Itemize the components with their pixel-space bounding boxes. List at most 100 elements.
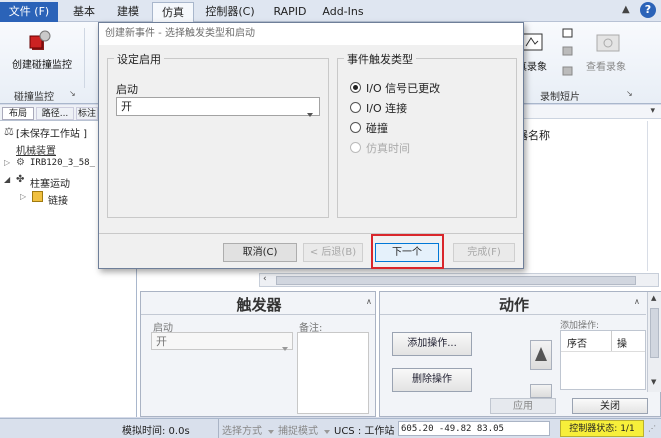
radio-collision[interactable]: 碰撞 xyxy=(350,121,388,137)
collapse-ribbon-icon[interactable]: ▲ xyxy=(622,4,634,16)
action-title: 动作 xyxy=(498,296,529,314)
coordinates-readout: 605.20 -49.82 83.05 xyxy=(398,421,550,436)
dialog-start-label: 启动 xyxy=(116,83,138,96)
chevron-down-icon xyxy=(282,339,288,356)
radio-sim-time: 仿真时间 xyxy=(350,141,410,157)
collision-monitor-icon[interactable] xyxy=(26,30,52,54)
view-record-icon[interactable] xyxy=(596,34,622,54)
scroll-thumb[interactable] xyxy=(650,308,659,358)
snap-mode-dropdown-icon[interactable] xyxy=(324,426,330,437)
scroll-thumb[interactable] xyxy=(276,276,636,285)
trigger-start-value: 开 xyxy=(156,335,167,348)
radio-sim-time-label: 仿真时间 xyxy=(366,142,410,155)
ucs-status[interactable]: UCS : 工作站 xyxy=(334,422,394,437)
dialog-title: 创建新事件 - 选择触发类型和启动 xyxy=(99,23,523,45)
apply-button[interactable]: 应用 xyxy=(490,398,556,414)
mechanism-icon: ✤ xyxy=(16,174,25,185)
chevron-down-icon xyxy=(307,105,313,122)
tab-modeling[interactable]: 建模 xyxy=(110,2,146,22)
trigger-group-title: 事件触发类型 xyxy=(344,51,416,67)
select-mode-dropdown-icon[interactable] xyxy=(268,426,274,437)
radio-icon xyxy=(350,102,361,113)
cancel-button[interactable]: 取消(C) xyxy=(223,243,297,262)
dialog-launcher-icon-2[interactable]: ↘ xyxy=(626,89,633,98)
robot-icon: ⚙ xyxy=(16,157,25,168)
help-icon[interactable]: ? xyxy=(640,2,656,18)
record-group-label: 录制短片 xyxy=(540,92,580,103)
tree-mechanism[interactable]: 机械装置 xyxy=(16,142,56,157)
expand-icon-2[interactable]: ▷ xyxy=(20,192,26,201)
radio-io-connection[interactable]: I/O 连接 xyxy=(350,101,407,117)
grid-divider xyxy=(647,121,648,271)
collapse-trigger-icon[interactable]: ∧ xyxy=(366,297,372,306)
back-button[interactable]: < 后退(B) xyxy=(303,243,363,262)
status-bar: 模拟时间: 0.0s 选择方式 捕捉模式 UCS : 工作站 605.20 -4… xyxy=(0,418,661,438)
tab-layout[interactable]: 布局 xyxy=(2,107,34,120)
radio-io-connection-label: I/O 连接 xyxy=(366,102,408,115)
view-record-label[interactable]: 查看录象 xyxy=(586,58,626,73)
radio-selected-icon xyxy=(350,82,361,93)
expand-icon[interactable]: ▷ xyxy=(4,158,10,167)
dialog-start-combo[interactable]: 开 xyxy=(116,97,320,117)
move-up-button[interactable] xyxy=(530,340,552,370)
setup-groupbox: 设定启用 启动 开 xyxy=(107,51,329,218)
controller-status-badge[interactable]: 控制器状态: 1/1 xyxy=(560,420,644,437)
delete-action-button[interactable]: 删除操作 xyxy=(392,368,472,392)
action-panel: 动作 ∧ 添加操作... 删除操作 添加操作: 序否 操 ▲ ▼ 应用 关闭 xyxy=(379,291,661,417)
scroll-left-icon[interactable]: ‹ xyxy=(263,274,267,284)
record-small-icon[interactable] xyxy=(562,28,574,38)
tab-rapid[interactable]: RAPID xyxy=(268,2,312,22)
tree-links[interactable]: 链接 xyxy=(48,192,68,207)
finish-button[interactable]: 完成(F) xyxy=(453,243,515,262)
radio-icon xyxy=(350,122,361,133)
station-icon: ⚖ xyxy=(4,125,14,138)
record-small-icon-3[interactable] xyxy=(562,66,574,76)
create-collision-label[interactable]: 创建碰撞监控 xyxy=(6,56,78,71)
trigger-note-box[interactable] xyxy=(297,332,369,414)
tree-robot[interactable]: IRB120_3_58_ xyxy=(30,158,95,168)
tab-basic[interactable]: 基本 xyxy=(66,2,102,22)
setup-group-title: 设定启用 xyxy=(114,51,164,67)
snap-mode[interactable]: 捕捉模式 xyxy=(278,422,318,437)
tree-plunger[interactable]: 柱塞运动 xyxy=(30,175,70,190)
tab-addins[interactable]: Add-Ins xyxy=(318,2,368,22)
tab-tags[interactable]: 标注 xyxy=(76,107,98,120)
col-order-header[interactable]: 序否 xyxy=(567,335,587,350)
tab-controller[interactable]: 控制器(C) xyxy=(200,2,260,22)
tab-file[interactable]: 文件 (F) xyxy=(0,2,58,22)
resize-grip-icon: ⋰ xyxy=(648,424,656,433)
collapse-action-icon[interactable]: ∧ xyxy=(634,297,640,306)
trigger-panel: 触发器 ∧ 启动 开 备注: xyxy=(140,291,376,417)
row-divider xyxy=(561,351,645,352)
collision-group-label: 碰撞监控 xyxy=(14,92,54,103)
record-small-icon-2[interactable] xyxy=(562,46,574,56)
close-button[interactable]: 关闭 xyxy=(572,398,648,414)
trigger-type-groupbox: 事件触发类型 I/O 信号已更改 I/O 连接 碰撞 仿真时间 xyxy=(337,51,517,218)
action-vertical-scrollbar[interactable]: ▲ ▼ xyxy=(647,292,661,392)
menu-bar: 文件 (F) 基本 建模 仿真 控制器(C) RAPID Add-Ins ▲ ? xyxy=(0,0,661,22)
dialog-start-value: 开 xyxy=(121,100,132,113)
collapse-icon[interactable]: ◢ xyxy=(4,175,10,184)
dialog-separator xyxy=(99,233,523,234)
status-divider xyxy=(218,419,219,438)
horizontal-scrollbar[interactable]: ‹ xyxy=(259,273,659,287)
pane-options-icon[interactable]: ▾ xyxy=(650,106,655,116)
select-mode[interactable]: 选择方式 xyxy=(222,422,262,437)
tree-station[interactable]: [未保存工作站 ] xyxy=(16,125,87,140)
radio-disabled-icon xyxy=(350,142,361,153)
actions-table[interactable]: 序否 操 xyxy=(560,330,646,390)
divider xyxy=(380,314,646,315)
radio-collision-label: 碰撞 xyxy=(366,122,388,135)
col-op-header[interactable]: 操 xyxy=(617,335,627,350)
scroll-up-icon[interactable]: ▲ xyxy=(651,294,656,302)
scroll-down-icon[interactable]: ▼ xyxy=(651,378,656,386)
move-down-button[interactable] xyxy=(530,384,552,398)
dialog-launcher-icon[interactable]: ↘ xyxy=(69,89,76,98)
radio-io-signal-changed[interactable]: I/O 信号已更改 xyxy=(350,81,440,97)
tab-paths[interactable]: 路径... xyxy=(36,107,74,120)
trigger-start-combo[interactable]: 开 xyxy=(151,332,293,351)
next-button[interactable]: 下一个 xyxy=(375,243,439,262)
tab-simulation[interactable]: 仿真 xyxy=(152,2,194,22)
add-action-button[interactable]: 添加操作... xyxy=(392,332,472,356)
divider xyxy=(141,314,375,315)
